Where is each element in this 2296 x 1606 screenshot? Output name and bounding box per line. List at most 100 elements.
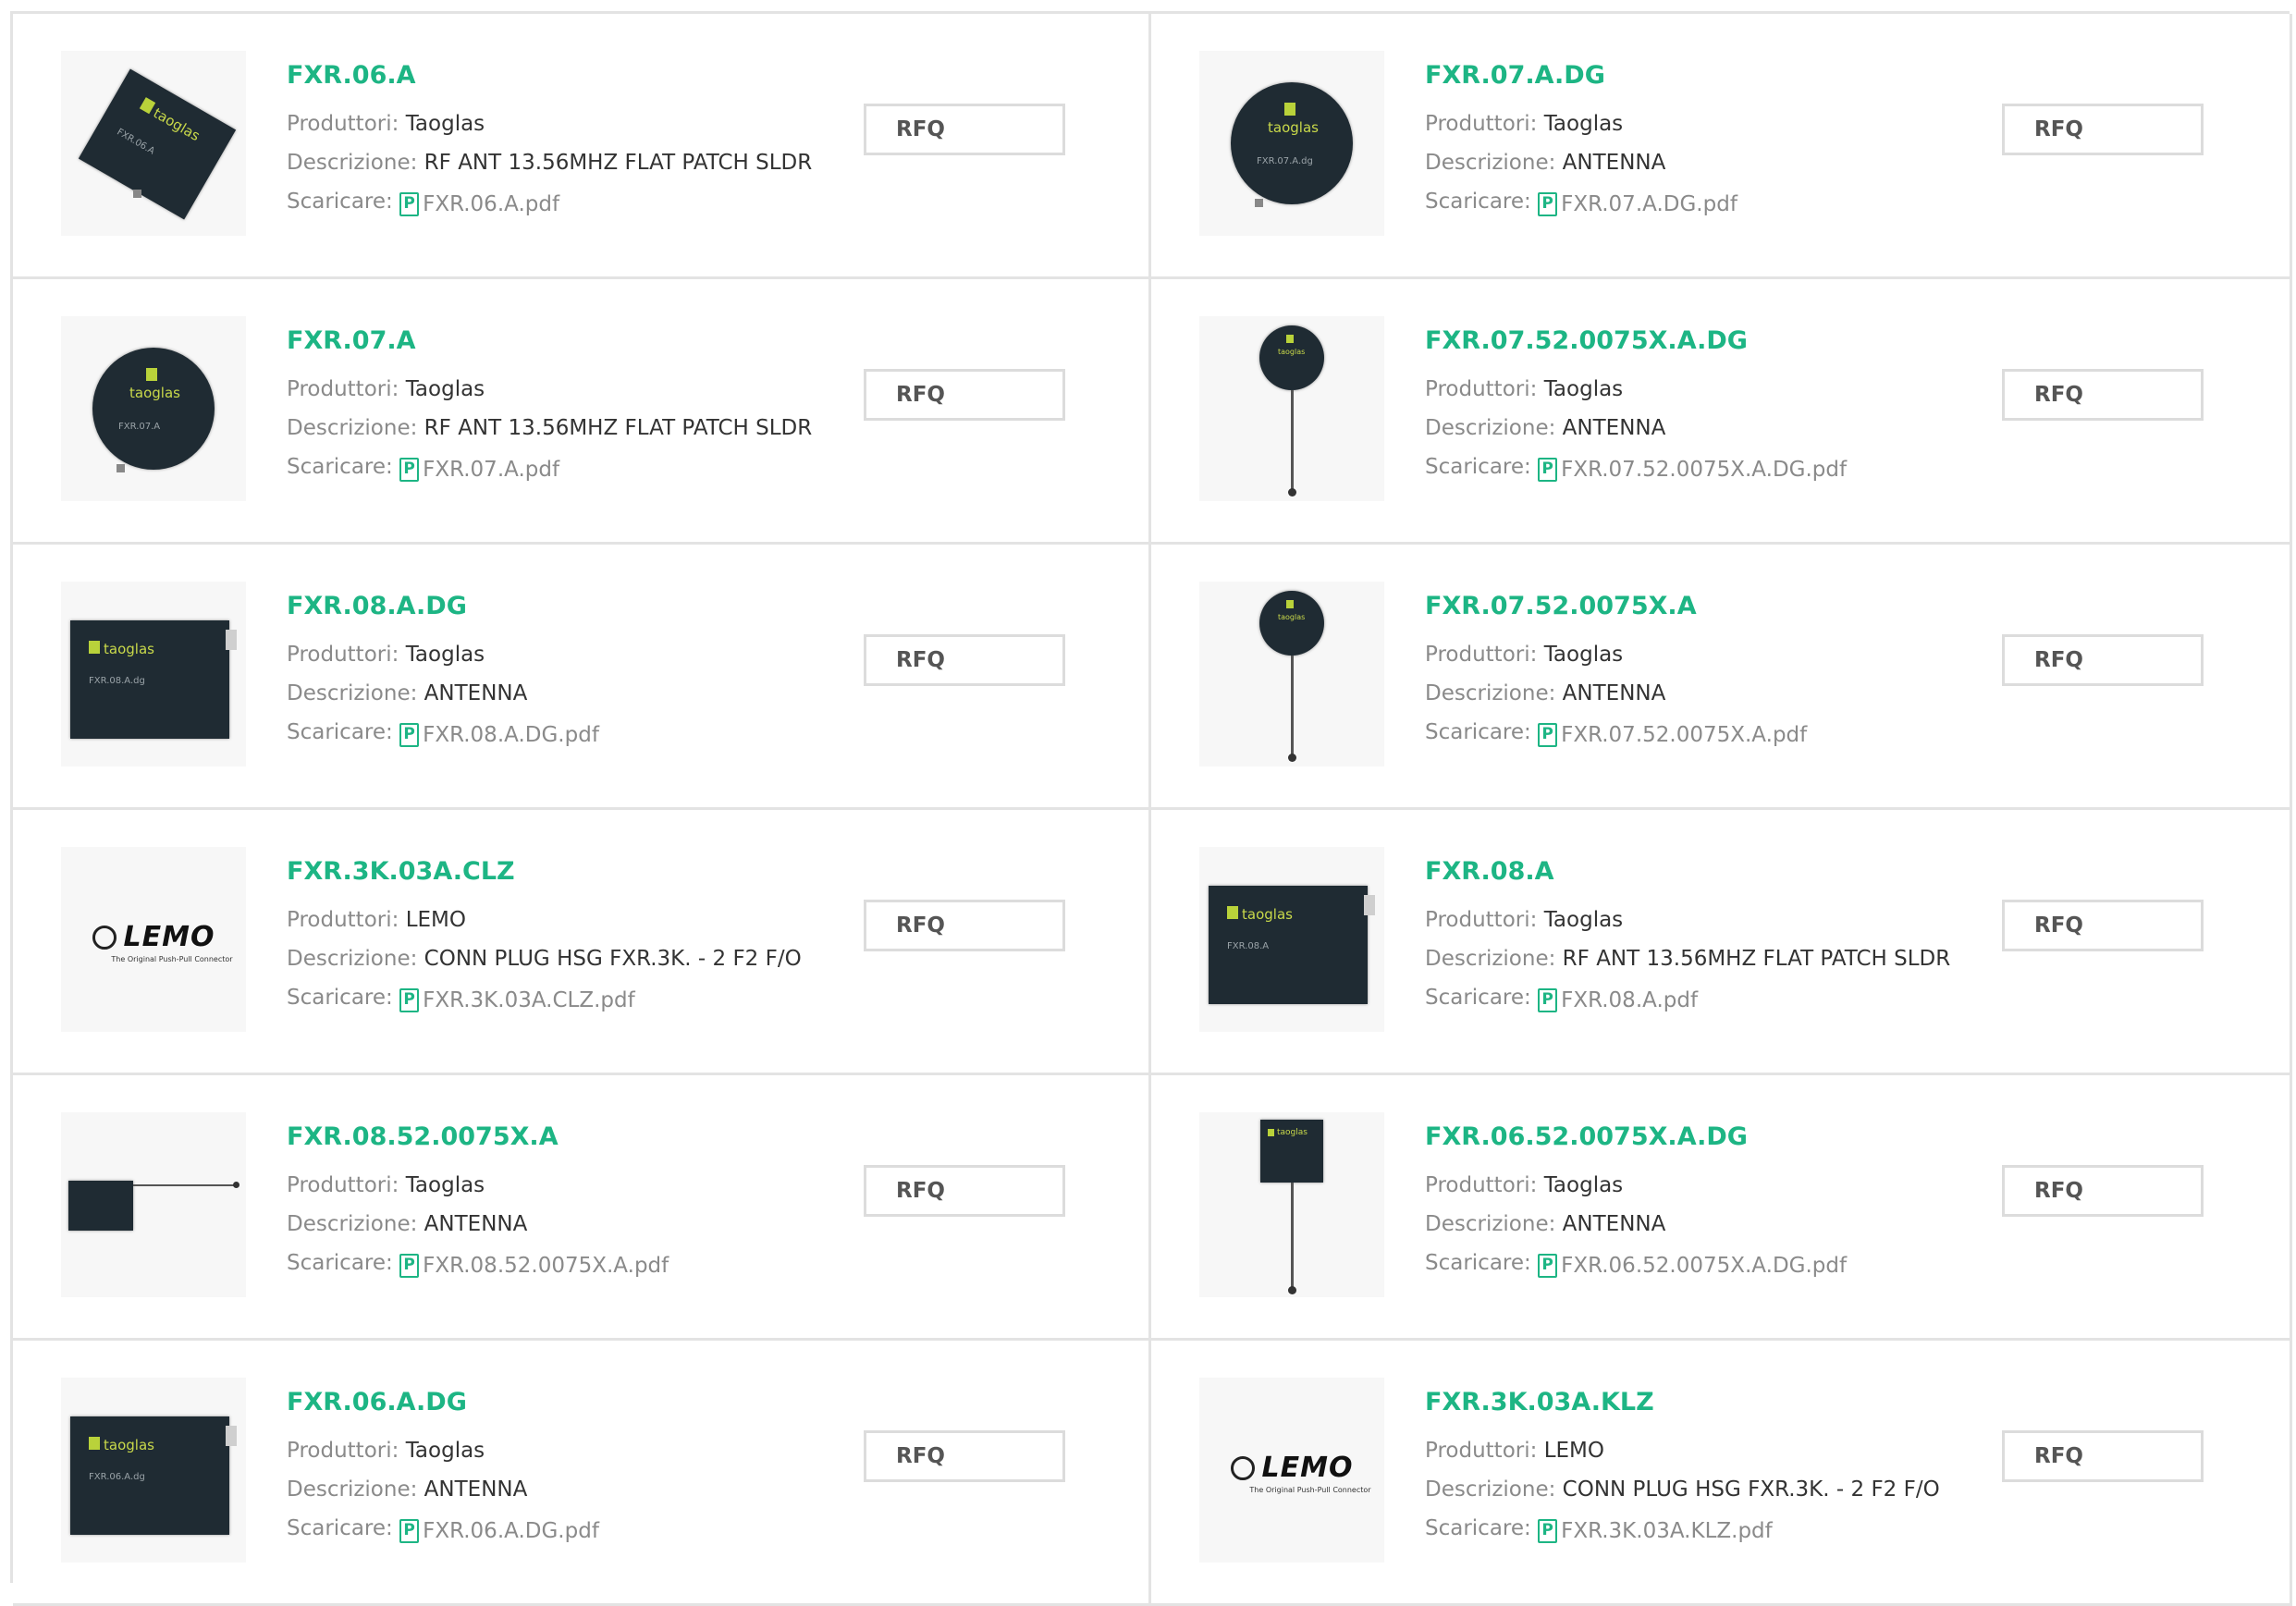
product-thumbnail[interactable]: taoglas FXR.08.A.dg — [61, 582, 246, 766]
antenna-round-cable-image: taoglas — [1199, 316, 1384, 501]
download-label: Scaricare: — [287, 190, 393, 214]
download-row: Scaricare: P FXR.07.A.DG.pdf — [1425, 182, 1980, 224]
description-row: Descrizione: RF ANT 13.56MHZ FLAT PATCH … — [1425, 939, 1980, 978]
rfq-button[interactable]: RFQ — [2002, 104, 2204, 155]
manufacturer-value: LEMO — [1543, 1439, 1604, 1463]
pdf-icon: P — [1538, 987, 1558, 1012]
product-card: taoglas FXR.08.A FXR.08.A Produttori: Tao… — [1151, 810, 2292, 1075]
connector — [233, 1182, 239, 1188]
product-thumbnail[interactable]: taoglas FXR.06.A — [61, 51, 246, 236]
product-thumbnail[interactable]: taoglas — [1199, 316, 1384, 501]
product-info: FXR.06.52.0075X.A.DG Produttori: Taoglas… — [1425, 1122, 1980, 1285]
product-thumbnail[interactable]: taoglas — [1199, 582, 1384, 766]
description-value: ANTENNA — [1562, 1212, 1666, 1236]
product-card: taoglas FXR.07.52.0075X.A Produttori: Ta… — [1151, 545, 2292, 810]
rfq-button[interactable]: RFQ — [864, 634, 1065, 686]
download-label: Scaricare: — [287, 720, 393, 744]
product-card: taoglas FXR.07.52.0075X.A.DG Produttori:… — [1151, 279, 2292, 545]
cable — [133, 1184, 237, 1186]
product-info: FXR.06.A.DG Produttori: Taoglas Descrizi… — [287, 1387, 841, 1551]
datasheet-link[interactable]: P FXR.07.A.DG.pdf — [1538, 185, 1737, 224]
datasheet-link[interactable]: P FXR.06.A.DG.pdf — [399, 1512, 599, 1551]
product-thumbnail[interactable]: LEMO The Original Push-Pull Connector — [61, 847, 246, 1032]
product-thumbnail[interactable]: taoglas FXR.07.A.dg — [1199, 51, 1384, 236]
datasheet-link[interactable]: P FXR.3K.03A.KLZ.pdf — [1538, 1512, 1773, 1551]
connector — [1288, 754, 1296, 762]
cable — [1291, 656, 1294, 757]
manufacturer-value: Taoglas — [405, 1173, 485, 1197]
datasheet-link[interactable]: P FXR.08.52.0075X.A.pdf — [399, 1246, 669, 1285]
description-label: Descrizione: — [287, 1212, 418, 1236]
rfq-button[interactable]: RFQ — [2002, 369, 2204, 421]
product-info: FXR.3K.03A.KLZ Produttori: LEMO Descrizi… — [1425, 1387, 1980, 1551]
description-row: Descrizione: ANTENNA — [1425, 674, 1980, 713]
product-info: FXR.08.A Produttori: Taoglas Descrizione… — [1425, 856, 1980, 1020]
lemo-logo: LEMO The Original Push-Pull Connector — [61, 847, 246, 1032]
download-label: Scaricare: — [1425, 1251, 1531, 1275]
antenna-round-cable-image: taoglas — [1199, 582, 1384, 766]
product-title-link[interactable]: FXR.08.A.DG — [287, 591, 841, 622]
product-thumbnail[interactable]: taoglas — [1199, 1112, 1384, 1297]
datasheet-link[interactable]: P FXR.08.A.DG.pdf — [399, 716, 599, 754]
rfq-button[interactable]: RFQ — [2002, 900, 2204, 951]
product-card: FXR.08.52.0075X.A Produttori: Taoglas De… — [13, 1075, 1151, 1341]
brand-print: taoglas — [104, 1437, 154, 1453]
datasheet-link[interactable]: P FXR.08.A.pdf — [1538, 981, 1698, 1020]
solder-pin — [226, 1426, 237, 1446]
product-thumbnail[interactable] — [61, 1112, 246, 1297]
manufacturer-row: Produttori: Taoglas — [287, 104, 841, 143]
datasheet-filename: FXR.07.A.pdf — [423, 457, 560, 482]
product-title-link[interactable]: FXR.07.52.0075X.A.DG — [1425, 325, 1980, 357]
datasheet-link[interactable]: P FXR.3K.03A.CLZ.pdf — [399, 981, 635, 1020]
product-title-link[interactable]: FXR.07.52.0075X.A — [1425, 591, 1980, 622]
antenna-body: taoglas FXR.08.A — [1209, 886, 1368, 1004]
datasheet-link[interactable]: P FXR.06.A.pdf — [399, 185, 559, 224]
product-title-link[interactable]: FXR.07.A.DG — [1425, 60, 1980, 92]
datasheet-filename: FXR.07.52.0075X.A.DG.pdf — [1561, 457, 1848, 482]
datasheet-link[interactable]: P FXR.07.52.0075X.A.pdf — [1538, 716, 1807, 754]
antenna-small-square-cable-image: taoglas — [1199, 1112, 1384, 1297]
antenna-small-square-cable-image — [61, 1112, 246, 1297]
antenna-square-image: taoglas FXR.08.A — [1199, 847, 1384, 1032]
datasheet-link[interactable]: P FXR.06.52.0075X.A.DG.pdf — [1538, 1246, 1847, 1285]
description-label: Descrizione: — [1425, 416, 1556, 440]
manufacturer-row: Produttori: Taoglas — [287, 370, 841, 409]
rfq-button[interactable]: RFQ — [2002, 1430, 2204, 1482]
download-row: Scaricare: P FXR.08.A.pdf — [1425, 978, 1980, 1020]
rfq-button[interactable]: RFQ — [864, 369, 1065, 421]
datasheet-link[interactable]: P FXR.07.52.0075X.A.DG.pdf — [1538, 450, 1847, 489]
product-title-link[interactable]: FXR.3K.03A.CLZ — [287, 856, 841, 888]
rfq-button[interactable]: RFQ — [864, 104, 1065, 155]
antenna-body: taoglas FXR.07.A.dg — [1231, 82, 1353, 204]
product-thumbnail[interactable]: LEMO The Original Push-Pull Connector — [1199, 1378, 1384, 1563]
datasheet-link[interactable]: P FXR.07.A.pdf — [399, 450, 559, 489]
product-title-link[interactable]: FXR.06.A.DG — [287, 1387, 841, 1418]
description-label: Descrizione: — [1425, 947, 1556, 971]
product-thumbnail[interactable]: taoglas FXR.08.A — [1199, 847, 1384, 1032]
manufacturer-label: Produttori: — [1425, 377, 1538, 401]
description-value: RF ANT 13.56MHZ FLAT PATCH SLDR — [424, 416, 813, 440]
rfq-button[interactable]: RFQ — [2002, 1165, 2204, 1217]
solder-pin — [117, 464, 125, 472]
product-thumbnail[interactable]: taoglas FXR.07.A — [61, 316, 246, 501]
description-label: Descrizione: — [1425, 1212, 1556, 1236]
product-title-link[interactable]: FXR.3K.03A.KLZ — [1425, 1387, 1980, 1418]
rfq-button[interactable]: RFQ — [2002, 634, 2204, 686]
manufacturer-label: Produttori: — [287, 643, 399, 667]
pdf-icon: P — [399, 191, 420, 216]
product-title-link[interactable]: FXR.06.52.0075X.A.DG — [1425, 1122, 1980, 1153]
rfq-button[interactable]: RFQ — [864, 1430, 1065, 1482]
manufacturer-label: Produttori: — [287, 1439, 399, 1463]
product-title-link[interactable]: FXR.06.A — [287, 60, 841, 92]
product-title-link[interactable]: FXR.08.A — [1425, 856, 1980, 888]
description-value: CONN PLUG HSG FXR.3K. - 2 F2 F/O — [424, 947, 802, 971]
pdf-icon: P — [1538, 722, 1558, 747]
rfq-button[interactable]: RFQ — [864, 900, 1065, 951]
product-title-link[interactable]: FXR.07.A — [287, 325, 841, 357]
description-row: Descrizione: ANTENNA — [1425, 143, 1980, 182]
description-row: Descrizione: CONN PLUG HSG FXR.3K. - 2 F… — [287, 939, 841, 978]
rfq-button[interactable]: RFQ — [864, 1165, 1065, 1217]
product-thumbnail[interactable]: taoglas FXR.06.A.dg — [61, 1378, 246, 1563]
product-title-link[interactable]: FXR.08.52.0075X.A — [287, 1122, 841, 1153]
manufacturer-value: Taoglas — [1543, 1173, 1624, 1197]
